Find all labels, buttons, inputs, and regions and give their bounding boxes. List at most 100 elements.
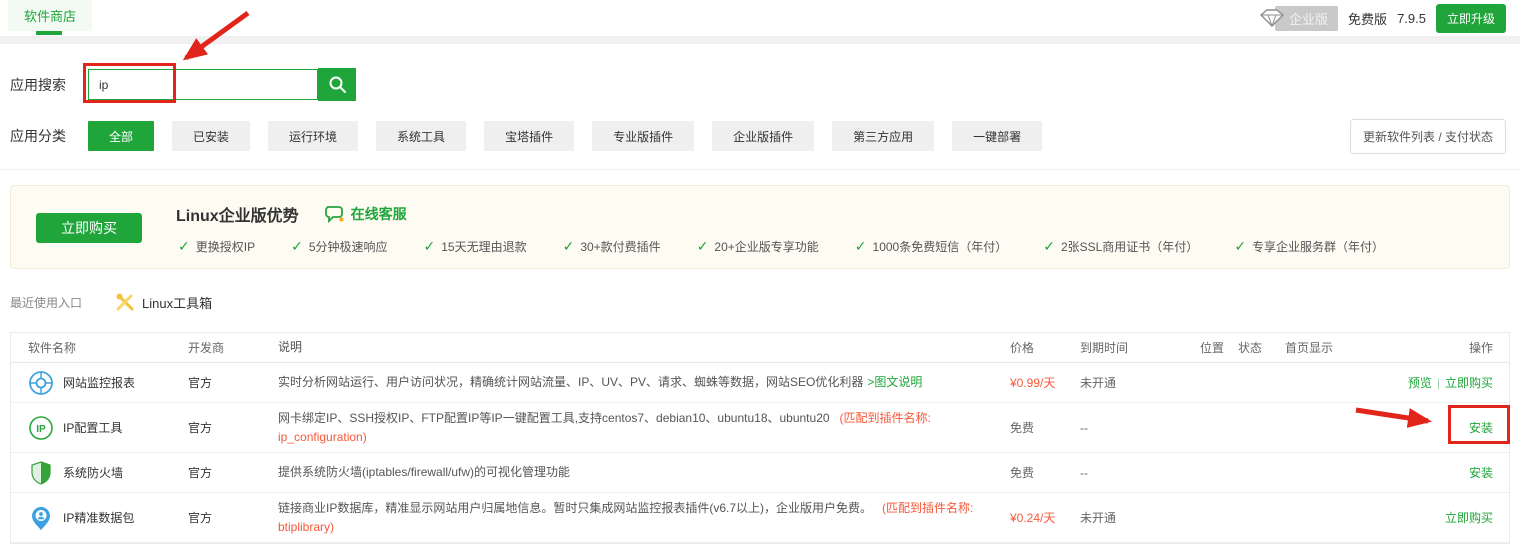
table-row-firewall: 系统防火墙 官方 提供系统防火墙(iptables/firewall/ufw)的…	[11, 453, 1509, 493]
table-row-ip-library: IP精准数据包 官方 链接商业IP数据库，精准显示网站用户归属地信息。暂时只集成…	[11, 493, 1509, 543]
enterprise-features: ✓更换授权IP ✓5分钟极速响应 ✓15天无理由退款 ✓30+款付费插件 ✓20…	[178, 238, 1384, 255]
app-price: 免费	[1010, 419, 1080, 436]
app-description: 网卡绑定IP、SSH授权IP、FTP配置IP等IP一键配置工具,支持centos…	[278, 409, 1010, 447]
category-system-tools[interactable]: 系统工具	[376, 121, 466, 151]
app-expire: --	[1080, 466, 1200, 480]
col-action: 操作	[1375, 339, 1509, 356]
table-row-site-monitor: 网站监控报表 官方 实时分析网站运行、用户访问状况，精确统计网站流量、IP、UV…	[11, 363, 1509, 403]
app-developer: 官方	[188, 464, 278, 481]
check-icon: ✓	[697, 238, 709, 255]
col-status: 状态	[1238, 339, 1285, 356]
tools-icon	[115, 292, 135, 312]
update-software-list-button[interactable]: 更新软件列表 / 支付状态	[1350, 119, 1506, 154]
col-expire: 到期时间	[1080, 339, 1200, 356]
app-name[interactable]: IP精准数据包	[63, 509, 134, 526]
install-link[interactable]: 安装	[1469, 464, 1493, 481]
install-link[interactable]: 安装	[1469, 419, 1493, 436]
chat-icon	[325, 205, 345, 223]
check-icon: ✓	[1043, 238, 1055, 255]
feature-item: ✓20+企业版专享功能	[697, 238, 819, 255]
diamond-icon	[1259, 9, 1285, 27]
svg-text:IP: IP	[36, 424, 46, 435]
search-icon	[328, 75, 347, 94]
col-position: 位置	[1200, 339, 1238, 356]
buy-now-button[interactable]: 立即购买	[36, 213, 142, 243]
edition-badge[interactable]: 企业版	[1259, 6, 1338, 31]
doc-link[interactable]: >图文说明	[867, 375, 922, 389]
matched-plugin-name: btiplibrary)	[278, 518, 994, 537]
app-name[interactable]: IP配置工具	[63, 419, 122, 436]
firewall-icon	[28, 460, 54, 486]
recent-item-linux-toolbox[interactable]: Linux工具箱	[115, 292, 212, 312]
feature-item: ✓更换授权IP	[178, 238, 255, 255]
app-description: 实时分析网站运行、用户访问状况，精确统计网站流量、IP、UV、PV、请求、蜘蛛等…	[278, 373, 1010, 392]
feature-item: ✓专享企业服务群（年付）	[1234, 238, 1384, 255]
buy-now-link[interactable]: 立即购买	[1445, 374, 1493, 391]
search-input[interactable]	[88, 69, 318, 100]
upgrade-button[interactable]: 立即升级	[1436, 4, 1506, 33]
tab-label: 软件商店	[24, 6, 76, 25]
top-tab-bar: 软件商店 企业版 免费版 7.9.5 立即升级	[0, 0, 1520, 36]
matched-plugin-note: (匹配到插件名称:	[840, 411, 931, 425]
check-icon: ✓	[855, 238, 867, 255]
enterprise-banner: 立即购买 Linux企业版优势 在线客服 ✓更换授权IP ✓5分钟极速响应 ✓1…	[10, 185, 1510, 269]
software-store-page: 软件商店 企业版 免费版 7.9.5 立即升级 应用搜索	[0, 0, 1520, 548]
category-runtime[interactable]: 运行环境	[268, 121, 358, 151]
category-buttons: 全部 已安装 运行环境 系统工具 宝塔插件 专业版插件 企业版插件 第三方应用 …	[88, 121, 1042, 151]
active-tab-indicator	[36, 31, 62, 35]
app-expire: --	[1080, 421, 1200, 435]
buy-now-link[interactable]: 立即购买	[1445, 509, 1493, 526]
ip-config-icon: IP	[28, 415, 54, 441]
banner-title: Linux企业版优势	[176, 202, 299, 226]
category-third-party[interactable]: 第三方应用	[832, 121, 934, 151]
check-icon: ✓	[291, 238, 303, 255]
recent-item-label: Linux工具箱	[142, 293, 212, 312]
site-monitor-icon	[28, 370, 54, 396]
recent-entry-row: 最近使用入口 Linux工具箱	[10, 291, 1520, 313]
category-installed[interactable]: 已安装	[172, 121, 250, 151]
category-all[interactable]: 全部	[88, 121, 154, 151]
search-label: 应用搜索	[10, 75, 88, 95]
app-price: ¥0.99/天	[1010, 374, 1080, 391]
search-button[interactable]	[318, 68, 356, 101]
check-icon: ✓	[424, 238, 436, 255]
app-description: 链接商业IP数据库，精准显示网站用户归属地信息。暂时只集成网站监控报表插件(v6…	[278, 499, 1010, 537]
tab-software-store[interactable]: 软件商店	[8, 0, 92, 31]
feature-item: ✓5分钟极速响应	[291, 238, 387, 255]
check-icon: ✓	[178, 238, 190, 255]
app-expire: 未开通	[1080, 374, 1200, 391]
check-icon: ✓	[1234, 238, 1246, 255]
app-expire: 未开通	[1080, 509, 1200, 526]
category-label: 应用分类	[10, 126, 88, 146]
matched-plugin-note: (匹配到插件名称:	[882, 501, 973, 515]
feature-item: ✓2张SSL商用证书（年付）	[1043, 238, 1198, 255]
app-category-row: 应用分类 全部 已安装 运行环境 系统工具 宝塔插件 专业版插件 企业版插件 第…	[10, 121, 1520, 151]
app-price: ¥0.24/天	[1010, 509, 1080, 526]
preview-link[interactable]: 预览	[1408, 374, 1432, 391]
check-icon: ✓	[563, 238, 575, 255]
version-label: 免费版	[1348, 9, 1387, 28]
app-developer: 官方	[188, 419, 278, 436]
recent-entry-label: 最近使用入口	[10, 294, 115, 311]
online-service-link[interactable]: 在线客服	[325, 204, 407, 224]
app-search-row: 应用搜索	[10, 68, 1520, 101]
col-description: 说明	[278, 338, 1010, 357]
app-name[interactable]: 网站监控报表	[63, 374, 135, 391]
app-name[interactable]: 系统防火墙	[63, 464, 123, 481]
version-number: 7.9.5	[1397, 11, 1426, 26]
category-bt-plugins[interactable]: 宝塔插件	[484, 121, 574, 151]
app-price: 免费	[1010, 464, 1080, 481]
col-name: 软件名称	[11, 339, 188, 356]
feature-item: ✓15天无理由退款	[424, 238, 527, 255]
ip-library-icon	[28, 505, 54, 531]
category-pro-plugins[interactable]: 专业版插件	[592, 121, 694, 151]
table-header: 软件名称 开发商 说明 价格 到期时间 位置 状态 首页显示 操作	[11, 333, 1509, 363]
software-table: 软件名称 开发商 说明 价格 到期时间 位置 状态 首页显示 操作 网站监控报表…	[10, 332, 1510, 544]
header-divider-strip	[0, 36, 1520, 44]
table-row-ip-config: IP IP配置工具 官方 网卡绑定IP、SSH授权IP、FTP配置IP等IP一键…	[11, 403, 1509, 453]
feature-item: ✓1000条免费短信（年付）	[855, 238, 1007, 255]
category-one-click-deploy[interactable]: 一键部署	[952, 121, 1042, 151]
online-service-label: 在线客服	[351, 204, 407, 224]
category-enterprise-plugins[interactable]: 企业版插件	[712, 121, 814, 151]
col-developer: 开发商	[188, 339, 278, 356]
